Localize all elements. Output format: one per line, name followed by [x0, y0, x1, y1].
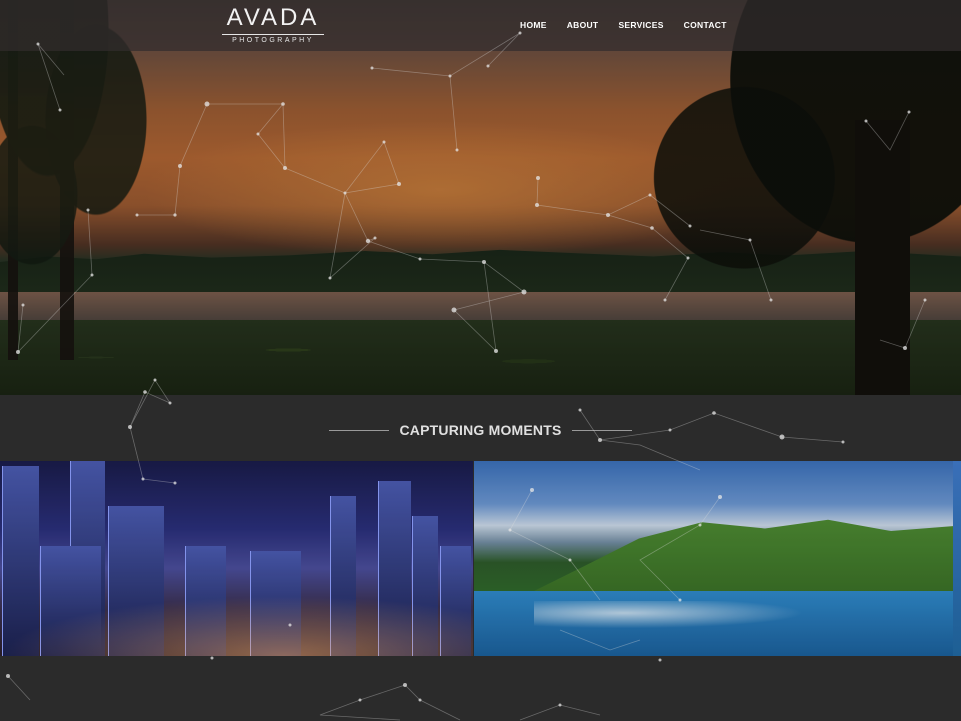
hero-overlay [0, 0, 961, 395]
hero-banner [0, 0, 961, 395]
tile-overlay [474, 461, 953, 656]
section-title: CAPTURING MOMENTS [399, 422, 562, 438]
logo-subtitle: PHOTOGRAPHY [232, 37, 314, 44]
logo-divider [222, 34, 324, 35]
city-skyline-photo[interactable] [0, 461, 473, 656]
brand-logo[interactable]: AVADA PHOTOGRAPHY [220, 4, 326, 46]
nav-about[interactable]: ABOUT [557, 20, 609, 30]
island-coast-photo[interactable] [474, 461, 953, 656]
main-menu: HOME ABOUT SERVICES CONTACT [510, 20, 737, 30]
nav-contact[interactable]: CONTACT [674, 20, 737, 30]
next-photo-edge[interactable] [953, 461, 961, 656]
section-heading: CAPTURING MOMENTS [0, 420, 961, 440]
heading-rule-right [571, 429, 632, 431]
top-navbar: AVADA PHOTOGRAPHY HOME ABOUT SERVICES CO… [0, 0, 961, 51]
logo-wordmark: AVADA [226, 4, 320, 31]
heading-rule-left [329, 429, 390, 431]
nav-services[interactable]: SERVICES [608, 20, 673, 30]
photo-gallery [0, 461, 961, 656]
nav-home[interactable]: HOME [510, 20, 557, 30]
tile-overlay [0, 461, 473, 656]
